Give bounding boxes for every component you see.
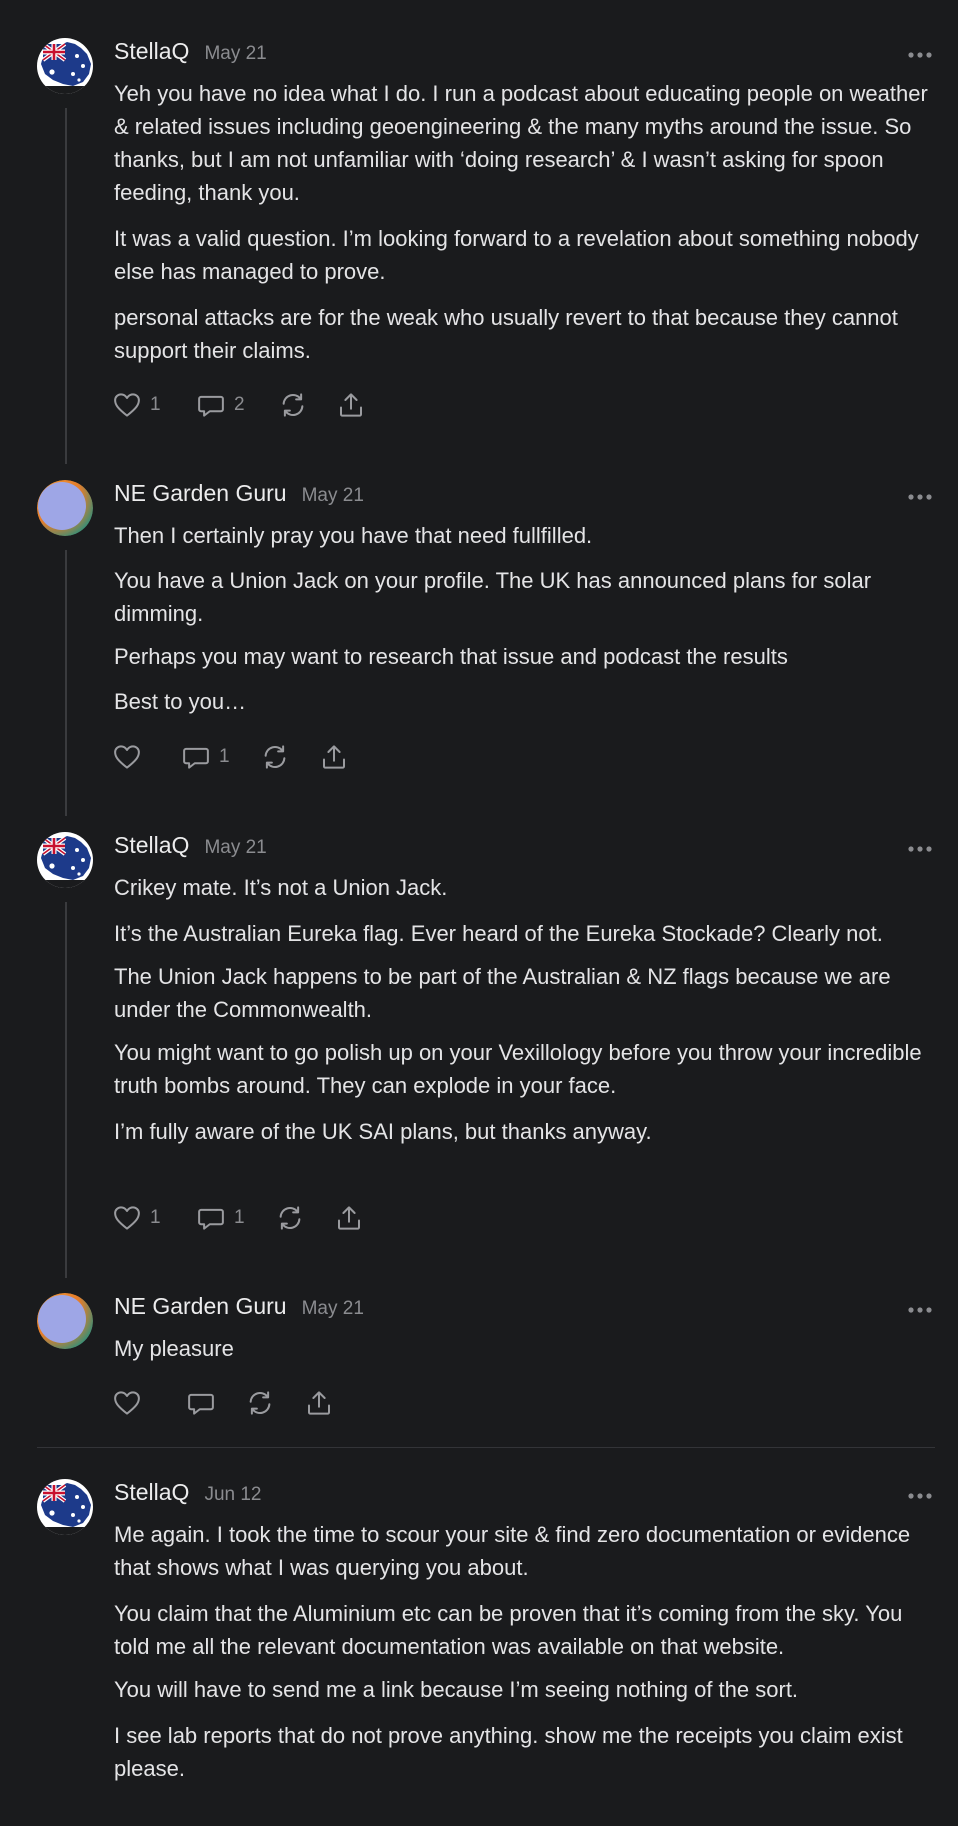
comment-paragraph: It’s the Australian Eureka flag. Ever he… <box>114 921 883 946</box>
comment-paragraph: The Union Jack happens to be part of the… <box>114 964 891 1022</box>
thread-line <box>65 902 67 1278</box>
comment-paragraph: I’m fully aware of the UK SAI plans, but… <box>114 1119 652 1144</box>
comment-paragraph: You have a Union Jack on your profile. T… <box>114 568 872 626</box>
restack-icon <box>264 745 286 769</box>
like-button[interactable] <box>112 741 142 773</box>
reply-count: 1 <box>234 1207 245 1228</box>
comment-body: Me again. I took the time to scour your … <box>114 1518 934 1798</box>
restack-icon <box>279 1206 301 1230</box>
more-options-icon[interactable] <box>905 1489 935 1501</box>
author-name[interactable]: NE Garden Guru <box>114 480 287 507</box>
comment-icon <box>183 747 209 769</box>
comment-paragraph: Crikey mate. It’s not a Union Jack. <box>114 875 448 900</box>
comment-date[interactable]: Jun 12 <box>204 1484 261 1506</box>
reply-count: 2 <box>234 394 245 415</box>
more-options-icon[interactable] <box>905 1303 935 1315</box>
eureka-flag-avatar[interactable] <box>37 1479 93 1535</box>
reply-button[interactable]: 1 <box>181 741 230 773</box>
comment-body: My pleasure <box>114 1332 934 1378</box>
comment-body: Yeh you have no idea what I do. I run a … <box>114 77 934 380</box>
like-button[interactable] <box>112 1387 142 1419</box>
share-icon <box>323 745 345 769</box>
author-name[interactable]: StellaQ <box>114 1479 189 1506</box>
reply-button[interactable]: 2 <box>196 389 245 421</box>
thread-line <box>65 550 67 816</box>
share-button[interactable] <box>336 389 366 421</box>
eureka-flag-avatar[interactable] <box>37 38 93 94</box>
comment-paragraph: Then I certainly pray you have that need… <box>114 523 593 548</box>
more-options-icon[interactable] <box>905 842 935 854</box>
share-icon <box>340 393 362 417</box>
comment-date[interactable]: May 21 <box>302 1298 364 1320</box>
comment-header: StellaQ May 21 <box>114 832 267 864</box>
restack-icon <box>282 393 304 417</box>
restack-button[interactable] <box>245 1387 275 1419</box>
more-options-icon[interactable] <box>905 48 935 60</box>
comment-paragraph: personal attacks are for the weak who us… <box>114 305 898 363</box>
share-icon <box>338 1206 360 1230</box>
author-name[interactable]: NE Garden Guru <box>114 1293 287 1320</box>
reply-count: 1 <box>219 746 230 767</box>
comment-paragraph: Me again. I took the time to scour your … <box>114 1522 911 1580</box>
like-count: 1 <box>150 1207 161 1228</box>
comment-paragraph: My pleasure <box>114 1336 234 1361</box>
more-options-icon[interactable] <box>905 490 935 502</box>
comment-paragraph: You will have to send me a link because … <box>114 1677 799 1702</box>
author-name[interactable]: StellaQ <box>114 832 189 859</box>
restack-button[interactable] <box>260 741 290 773</box>
comment-paragraph: I see lab reports that do not prove anyt… <box>114 1723 903 1781</box>
orange-gradient-avatar[interactable] <box>37 480 93 536</box>
share-button[interactable] <box>319 741 349 773</box>
comment-paragraph: You might want to go polish up on your V… <box>114 1040 922 1098</box>
restack-button[interactable] <box>275 1202 305 1234</box>
restack-icon <box>249 1391 271 1415</box>
comment-date[interactable]: May 21 <box>204 43 266 65</box>
share-icon <box>308 1391 330 1415</box>
comment-icon <box>188 1393 214 1415</box>
orange-gradient-avatar[interactable] <box>37 1293 93 1349</box>
thread-line <box>65 108 67 464</box>
comment-icon <box>198 1208 224 1230</box>
heart-icon <box>114 745 140 769</box>
share-button[interactable] <box>334 1202 364 1234</box>
heart-icon <box>114 1206 140 1230</box>
eureka-flag-avatar[interactable] <box>37 832 93 888</box>
comment-paragraph: Yeh you have no idea what I do. I run a … <box>114 81 928 205</box>
comment-paragraph: Best to you… <box>114 689 247 714</box>
heart-icon <box>114 393 140 417</box>
comment-header: StellaQ Jun 12 <box>114 1479 261 1511</box>
comment-header: NE Garden Guru May 21 <box>114 480 364 512</box>
reply-button[interactable] <box>186 1387 216 1419</box>
like-button[interactable]: 1 <box>112 389 161 421</box>
heart-icon <box>114 1391 140 1415</box>
comment-date[interactable]: May 21 <box>302 485 364 507</box>
comment-body: Crikey mate. It’s not a Union Jack. It’s… <box>114 871 934 1161</box>
comment-date[interactable]: May 21 <box>204 837 266 859</box>
author-name[interactable]: StellaQ <box>114 38 189 65</box>
comment-header: NE Garden Guru May 21 <box>114 1293 364 1325</box>
comment-header: StellaQ May 21 <box>114 38 267 70</box>
comment-body: Then I certainly pray you have that need… <box>114 519 934 731</box>
restack-button[interactable] <box>278 389 308 421</box>
comment-paragraph: It was a valid question. I’m looking for… <box>114 226 919 284</box>
comment-paragraph: Perhaps you may want to research that is… <box>114 644 788 669</box>
comment-paragraph: You claim that the Aluminium etc can be … <box>114 1601 903 1659</box>
like-count: 1 <box>150 394 161 415</box>
thread-divider <box>37 1447 935 1448</box>
share-button[interactable] <box>304 1387 334 1419</box>
comment-icon <box>198 395 224 417</box>
reply-button[interactable]: 1 <box>196 1202 245 1234</box>
like-button[interactable]: 1 <box>112 1202 161 1234</box>
